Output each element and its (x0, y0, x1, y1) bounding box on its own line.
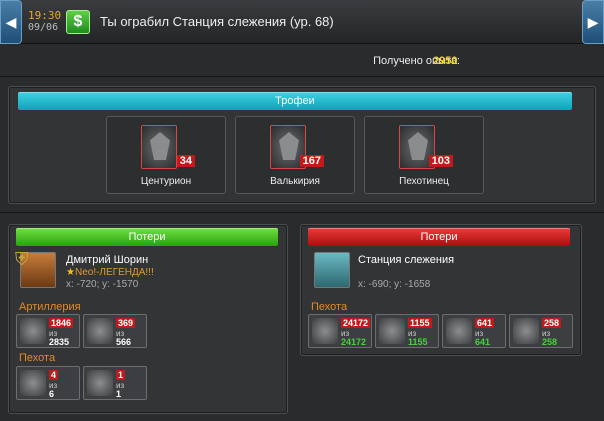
unit-total-count: 258 (542, 337, 558, 347)
clock-date: 09/06 (28, 22, 59, 33)
chevron-left-icon: ◀ (5, 13, 17, 30)
unit-total-count: 641 (475, 337, 491, 347)
target-name[interactable]: Станция слежения (358, 254, 454, 266)
avatar[interactable]: ⛨ (15, 249, 56, 288)
artillery-unit-icon (20, 318, 46, 344)
section-label-artillery: Артиллерия (19, 301, 81, 313)
back-button[interactable]: ◀ (0, 0, 22, 44)
section-label-infantry: Пехота (311, 301, 348, 313)
infantry-unit-icon (379, 318, 405, 344)
infantry-unit-icon (513, 318, 539, 344)
attacker-losses-header: Потери (16, 228, 278, 246)
unit-total-count: 1 (116, 389, 122, 399)
clock: 19:30 09/06 (28, 10, 61, 34)
unit-total-count: 24172 (341, 337, 367, 347)
unit-loss-card[interactable]: 1 из 1 (83, 366, 147, 400)
section-label-infantry: Пехота (19, 352, 56, 364)
trophy-count: 167 (299, 155, 324, 167)
divider (0, 76, 604, 77)
unit-loss-card[interactable]: 1846 из 2835 (16, 314, 80, 348)
unit-lost-count: 641 (475, 318, 495, 328)
unit-loss-card[interactable]: 641 из 641 (442, 314, 506, 348)
alliance-name[interactable]: ★Neo!-ЛЕГЕНДА!!! (66, 267, 154, 278)
report-title: Ты ограбил Станция слежения (ур. 68) (100, 14, 334, 29)
station-avatar[interactable] (314, 252, 350, 288)
trophies-header: Трофеи (18, 92, 572, 110)
trophy-count: 103 (428, 155, 453, 167)
trophy-name: Центурион (140, 176, 192, 187)
exp-value: 2950 (433, 55, 458, 67)
unit-lost-count: 1 (116, 370, 126, 380)
forward-button[interactable]: ▶ (582, 0, 604, 44)
trophy-card[interactable]: 34 Центурион (106, 116, 226, 194)
infantry-unit-icon (20, 370, 46, 396)
unit-lost-count: 369 (116, 318, 136, 328)
unit-loss-card[interactable]: 369 из 566 (83, 314, 147, 348)
player-name[interactable]: Дмитрий Шорин (66, 254, 148, 266)
trophy-card[interactable]: 103 Пехотинец (364, 116, 484, 194)
unit-lost-count: 1155 (408, 318, 432, 328)
trophy-count: 34 (176, 155, 195, 167)
unit-lost-count: 24172 (341, 318, 371, 328)
chevron-right-icon: ▶ (587, 13, 599, 30)
player-coords: x: -720; y: -1570 (66, 279, 139, 290)
header-bar: ◀ 19:30 09/06 $ Ты ограбил Станция слеже… (0, 0, 604, 44)
divider (0, 212, 604, 213)
defender-losses-header: Потери (308, 228, 570, 246)
infantry-unit-icon (87, 370, 113, 396)
target-coords: x: -690; y: -1658 (358, 279, 431, 290)
unit-loss-card[interactable]: 4 из 6 (16, 366, 80, 400)
centurion-unit-icon (141, 125, 177, 169)
infantry-unit-icon (312, 318, 338, 344)
unit-total-count: 1155 (408, 337, 428, 347)
unit-lost-count: 1846 (49, 318, 74, 328)
unit-lost-count: 4 (49, 370, 59, 380)
money-icon: $ (66, 10, 90, 34)
clock-time: 19:30 (28, 9, 62, 22)
trophy-name: Пехотинец (399, 176, 449, 187)
unit-total-count: 2835 (49, 337, 70, 347)
unit-loss-card[interactable]: 258 из 258 (509, 314, 573, 348)
shield-icon: ⛨ (15, 249, 29, 269)
infantry-unit-icon (446, 318, 472, 344)
unit-loss-card[interactable]: 24172 из 24172 (308, 314, 372, 348)
unit-total-count: 6 (49, 389, 55, 399)
unit-total-count: 566 (116, 337, 132, 347)
unit-lost-count: 258 (542, 318, 562, 328)
star-icon: ★ (66, 267, 75, 278)
trophy-name: Валькирия (270, 176, 320, 187)
trophy-card[interactable]: 167 Валькирия (235, 116, 355, 194)
artillery-unit-icon (87, 318, 113, 344)
unit-loss-card[interactable]: 1155 из 1155 (375, 314, 439, 348)
